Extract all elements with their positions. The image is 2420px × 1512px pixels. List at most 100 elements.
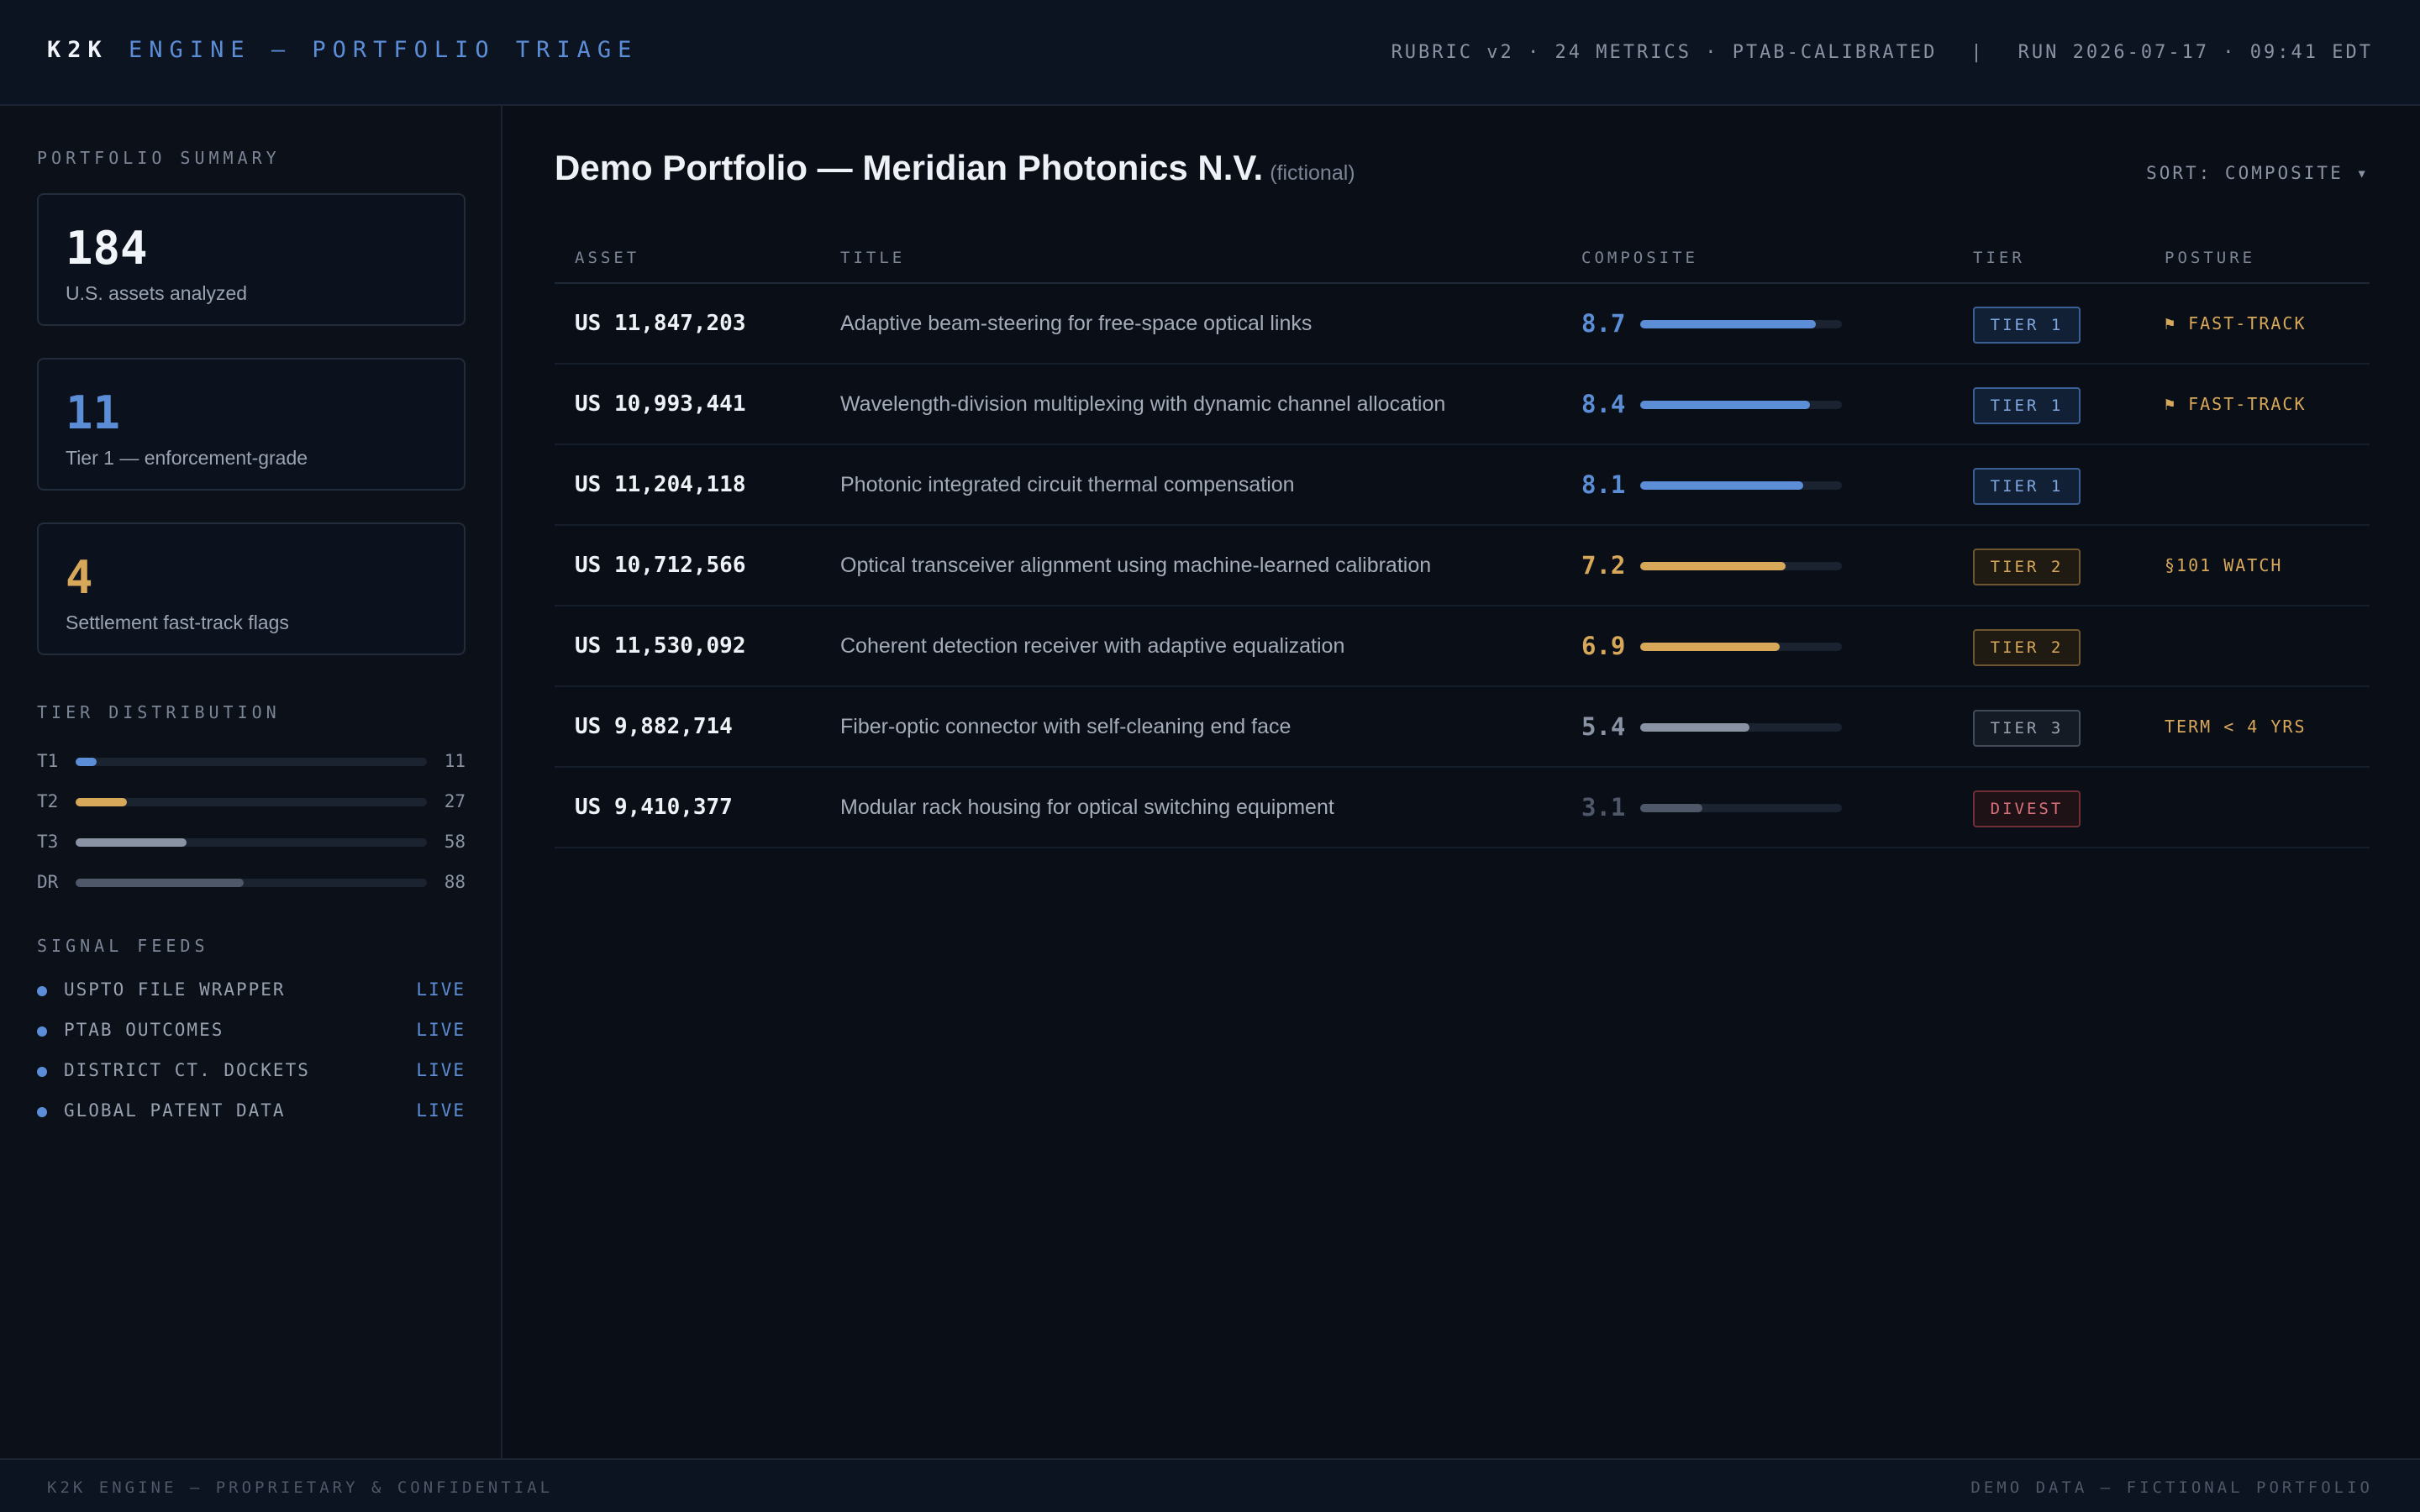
signal-feed-item[interactable]: DISTRICT CT. DOCKETS LIVE [37, 1060, 466, 1082]
feed-name: DISTRICT CT. DOCKETS [64, 1060, 310, 1080]
footer-confidential: K2K ENGINE — PROPRIETARY & CONFIDENTIAL [47, 1478, 554, 1497]
tier-count: 88 [444, 872, 466, 892]
feed-name: USPTO FILE WRAPPER [64, 979, 286, 1000]
asset-title: Optical transceiver alignment using mach… [840, 554, 1432, 577]
tier-badge: DIVEST [1973, 790, 2081, 827]
sort-dropdown[interactable]: SORT: COMPOSITE ▾ [2146, 163, 2370, 183]
asset-title: Adaptive beam-steering for free-space op… [840, 312, 1313, 335]
tier-bar-fill [76, 798, 128, 806]
table-row[interactable]: US 9,410,377 Modular rack housing for opt… [555, 768, 2370, 848]
summary-card-tier1: 11 Tier 1 — enforcement-grade [37, 358, 466, 491]
column-title[interactable]: TITLE [840, 249, 905, 267]
composite-bar-fill [1640, 562, 1786, 570]
asset-number: US 11,204,118 [575, 472, 746, 497]
tier-bar-track [76, 838, 427, 847]
tier-label: DR [37, 872, 59, 892]
card-desc: Tier 1 — enforcement-grade [66, 447, 308, 469]
tier-distribution-label: TIER DISTRIBUTION [37, 702, 281, 722]
composite-bar-fill [1640, 481, 1804, 490]
status-dot-icon [37, 1026, 47, 1037]
asset-table: ASSET TITLE COMPOSITE TIER POSTURE US 11… [555, 235, 2370, 848]
composite-bar-track [1640, 401, 1842, 409]
tier-count: 27 [444, 791, 466, 811]
tier-distribution-row: T2 27 [37, 791, 466, 811]
column-posture[interactable]: POSTURE [2165, 249, 2255, 267]
asset-number: US 9,882,714 [575, 714, 733, 739]
composite-bar-fill [1640, 320, 1816, 328]
card-desc: Settlement fast-track flags [66, 612, 289, 633]
column-asset[interactable]: ASSET [575, 249, 639, 267]
footer-demo-note: DEMO DATA — FICTIONAL PORTFOLIO [1970, 1478, 2373, 1497]
table-row[interactable]: US 10,712,566 Optical transceiver alignme… [555, 526, 2370, 606]
composite-bar-track [1640, 804, 1842, 812]
card-desc: U.S. assets analyzed [66, 282, 248, 304]
app-header: K2K ENGINE — PORTFOLIO TRIAGE RUBRIC v2 … [0, 0, 2420, 106]
composite-bar-fill [1640, 723, 1749, 732]
status-dot-icon [37, 986, 47, 996]
table-body: US 11,847,203 Adaptive beam-steering for … [555, 284, 2370, 848]
table-row[interactable]: US 11,204,118 Photonic integrated circuit… [555, 445, 2370, 526]
card-value: 11 [66, 386, 121, 439]
posture-flag: §101 WATCH [2165, 555, 2283, 575]
signal-feed-item[interactable]: PTAB OUTCOMES LIVE [37, 1020, 466, 1042]
status-dot-icon [37, 1107, 47, 1117]
composite-score: 6.9 [1581, 632, 1626, 660]
tier-count: 58 [444, 832, 466, 852]
composite-bar-track [1640, 562, 1842, 570]
main-panel: Demo Portfolio — Meridian Photonics N.V.… [504, 106, 2420, 1458]
tier-label: T2 [37, 791, 59, 811]
signal-feed-item[interactable]: GLOBAL PATENT DATA LIVE [37, 1100, 466, 1122]
signal-feed-item[interactable]: USPTO FILE WRAPPER LIVE [37, 979, 466, 1001]
portfolio-name: Demo Portfolio — Meridian Photonics N.V. [555, 148, 1264, 187]
column-tier[interactable]: TIER [1973, 249, 2025, 267]
run-timestamp: RUN 2026-07-17 · 09:41 EDT [2018, 42, 2373, 63]
composite-bar-track [1640, 320, 1842, 328]
tier-badge: TIER 3 [1973, 710, 2081, 747]
tier-distribution-row: T1 11 [37, 751, 466, 771]
brand-logo: K2K [47, 37, 108, 63]
asset-title: Modular rack housing for optical switchi… [840, 795, 1334, 819]
composite-bar-track [1640, 643, 1842, 651]
composite-bar-fill [1640, 643, 1780, 651]
app-footer: K2K ENGINE — PROPRIETARY & CONFIDENTIAL … [0, 1458, 2420, 1512]
tier-count: 11 [444, 751, 466, 771]
table-row[interactable]: US 10,993,441 Wavelength-division multipl… [555, 365, 2370, 445]
page-title: Demo Portfolio — Meridian Photonics N.V.… [555, 148, 1355, 188]
signal-feeds-label: SIGNAL FEEDS [37, 936, 209, 956]
composite-bar-track [1640, 481, 1842, 490]
posture-flag: TERM < 4 YRS [2165, 717, 2307, 737]
asset-number: US 10,993,441 [575, 391, 746, 417]
tier-distribution-row: DR 88 [37, 872, 466, 892]
run-info: RUBRIC v2 · 24 METRICS · PTAB-CALIBRATED… [1392, 42, 2373, 63]
asset-title: Photonic integrated circuit thermal comp… [840, 473, 1295, 496]
card-value: 184 [66, 222, 148, 275]
summary-card-assets: 184 U.S. assets analyzed [37, 193, 466, 326]
app-title: ENGINE — PORTFOLIO TRIAGE [129, 37, 639, 63]
tier-badge: TIER 1 [1973, 307, 2081, 344]
asset-title: Fiber-optic connector with self-cleaning… [840, 715, 1292, 738]
tier-label: T3 [37, 832, 59, 852]
posture-flag: ⚑ FAST-TRACK [2165, 313, 2307, 333]
header-separator: | [1970, 42, 1985, 63]
asset-number: US 11,847,203 [575, 311, 746, 336]
feed-status: LIVE [416, 1020, 466, 1040]
table-row[interactable]: US 11,847,203 Adaptive beam-steering for … [555, 284, 2370, 365]
tier-distribution-row: T3 58 [37, 832, 466, 852]
tier-badge: TIER 2 [1973, 549, 2081, 585]
column-composite[interactable]: COMPOSITE [1581, 249, 1698, 267]
feed-status: LIVE [416, 1100, 466, 1121]
feed-status: LIVE [416, 1060, 466, 1080]
tier-bar-fill [76, 879, 244, 887]
tier-bar-fill [76, 838, 187, 847]
table-row[interactable]: US 11,530,092 Coherent detection receiver… [555, 606, 2370, 687]
feed-name: GLOBAL PATENT DATA [64, 1100, 286, 1121]
asset-title: Coherent detection receiver with adaptiv… [840, 634, 1345, 658]
table-row[interactable]: US 9,882,714 Fiber-optic connector with s… [555, 687, 2370, 768]
status-dot-icon [37, 1067, 47, 1077]
asset-number: US 11,530,092 [575, 633, 746, 659]
brand: K2K ENGINE — PORTFOLIO TRIAGE [47, 37, 638, 63]
feed-status: LIVE [416, 979, 466, 1000]
table-header: ASSET TITLE COMPOSITE TIER POSTURE [555, 235, 2370, 284]
composite-score: 8.4 [1581, 390, 1626, 418]
tier-bar-track [76, 758, 427, 766]
